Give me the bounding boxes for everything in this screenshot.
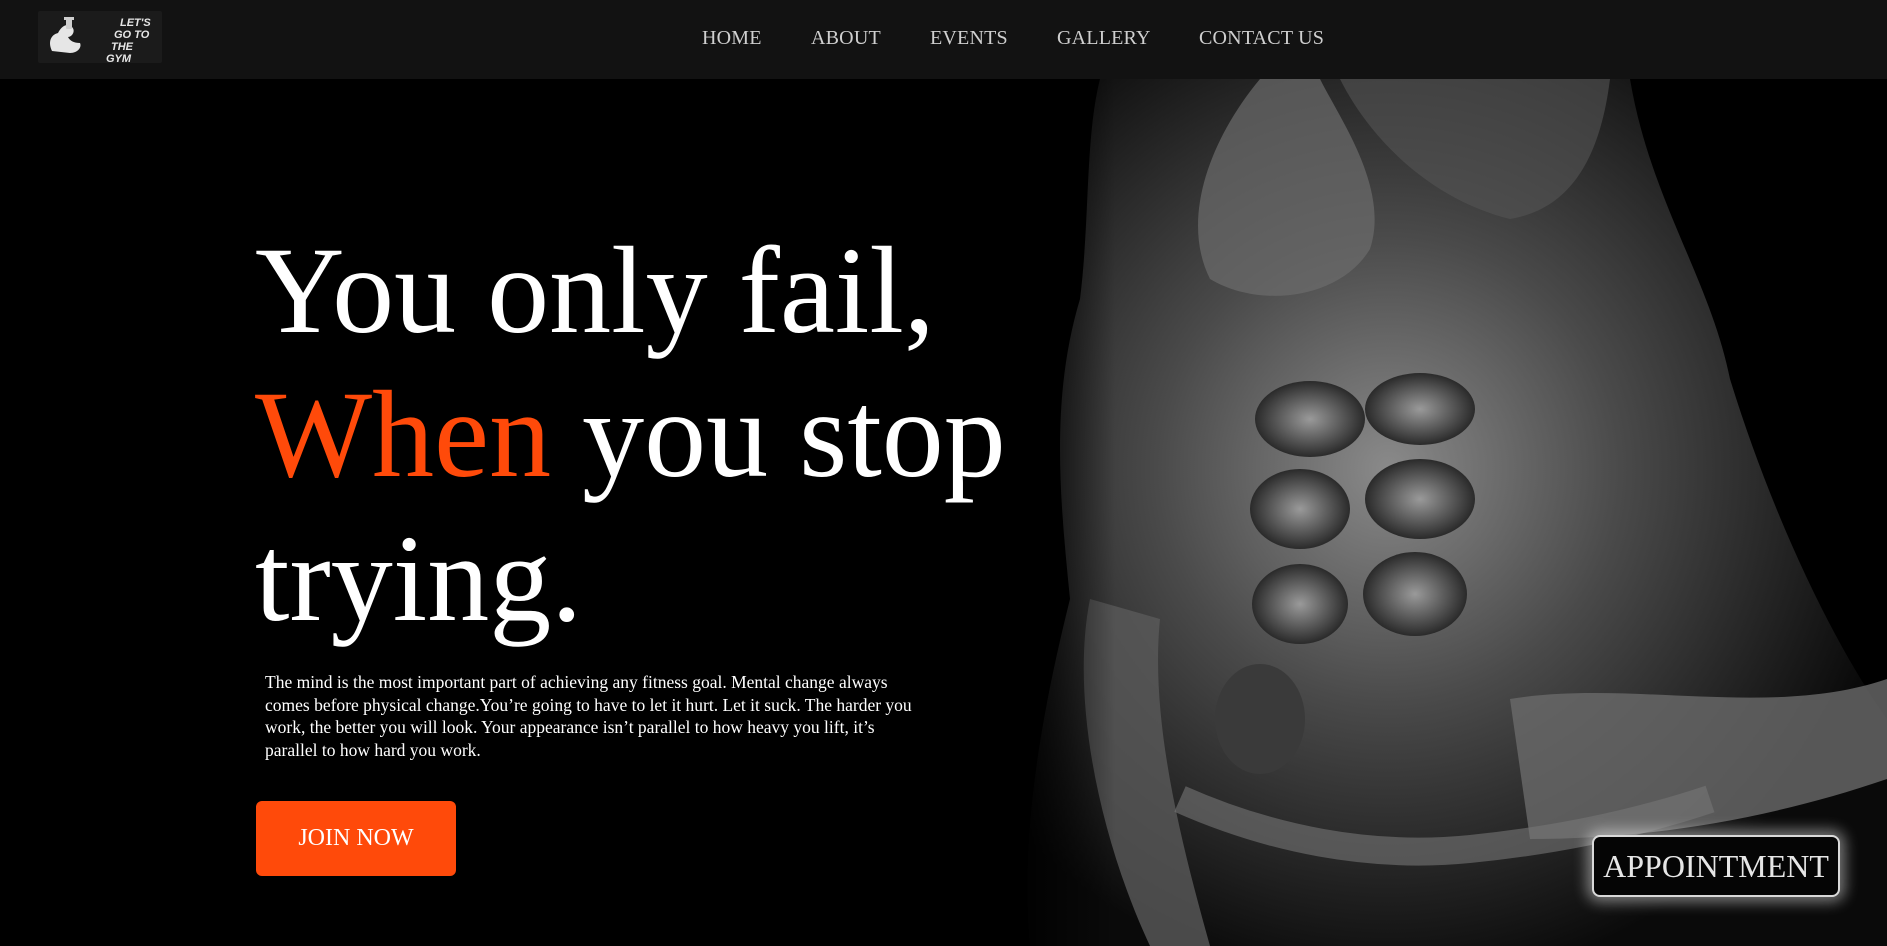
nav-home-link[interactable]: HOME bbox=[702, 27, 762, 50]
hero-headline: You only fail, When you stop trying. bbox=[255, 219, 1135, 651]
appointment-button[interactable]: APPOINTMENT bbox=[1592, 835, 1840, 897]
headline-line-2-rest: you stop bbox=[551, 366, 1006, 503]
hero-description: The mind is the most important part of a… bbox=[265, 672, 912, 760]
headline-line-3: trying. bbox=[255, 510, 583, 647]
nav-events-link[interactable]: EVENTS bbox=[930, 27, 1008, 50]
nav-about-link[interactable]: ABOUT bbox=[811, 27, 881, 50]
nav-gallery-link[interactable]: GALLERY bbox=[1057, 27, 1151, 50]
top-navbar: LET'S GO TO THE GYM HOME ABOUT EVENTS GA… bbox=[0, 0, 1887, 79]
headline-accent-word: When bbox=[255, 366, 552, 503]
muscular-torso-photo bbox=[1010, 79, 1887, 946]
nav-contact-link[interactable]: CONTACT US bbox=[1199, 27, 1324, 50]
headline-line-1: You only fail, bbox=[255, 222, 935, 359]
svg-text:GYM: GYM bbox=[106, 53, 132, 63]
join-now-button[interactable]: JOIN NOW bbox=[256, 801, 456, 876]
hero-section: You only fail, When you stop trying. The… bbox=[0, 79, 1887, 946]
main-nav: HOME ABOUT EVENTS GALLERY CONTACT US bbox=[0, 27, 1887, 53]
